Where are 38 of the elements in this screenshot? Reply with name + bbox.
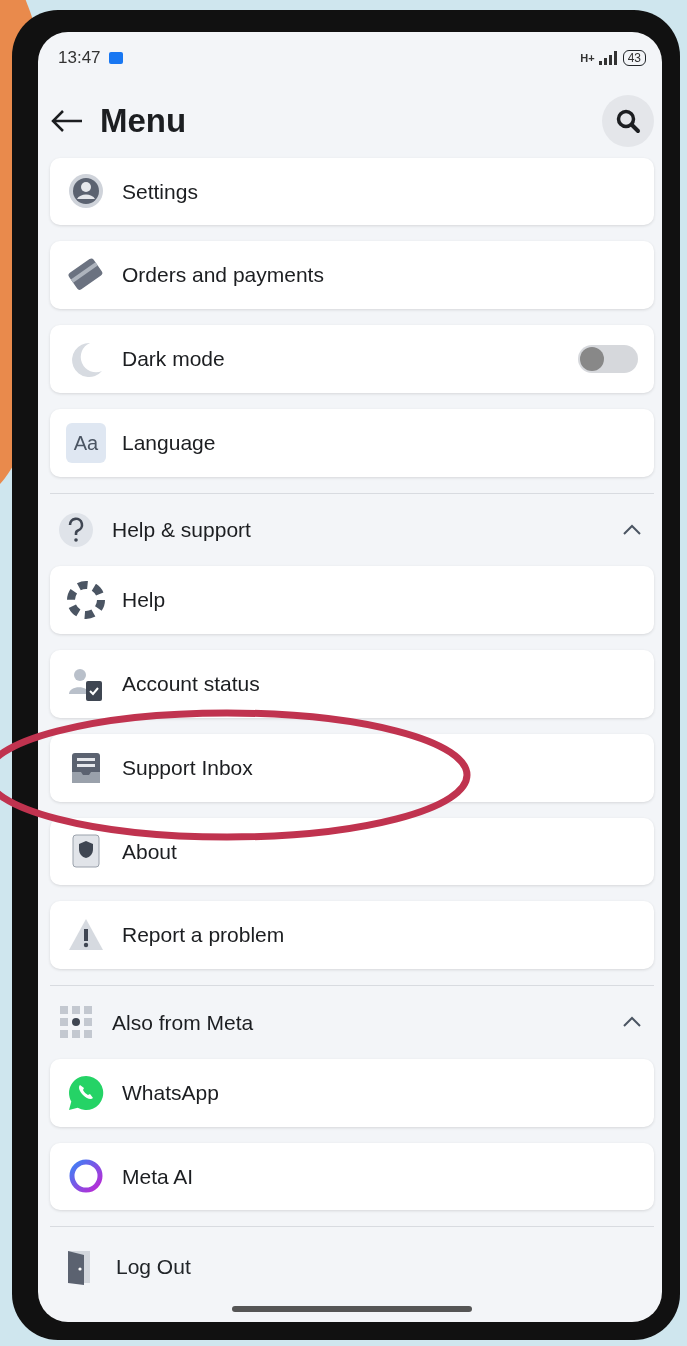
menu-item[interactable]: Orders and payments bbox=[50, 241, 654, 310]
signal-icon bbox=[598, 50, 619, 65]
menu-item[interactable]: Report a problem bbox=[50, 901, 654, 970]
menu-label: Report a problem bbox=[122, 922, 285, 949]
search-icon bbox=[615, 107, 641, 134]
back-arrow-icon bbox=[50, 109, 84, 134]
language-icon: Aa bbox=[66, 422, 106, 463]
menu-label: Meta AI bbox=[122, 1163, 194, 1190]
menu-label: Support Inbox bbox=[122, 754, 253, 781]
menu-item[interactable]: WhatsApp bbox=[50, 1058, 654, 1127]
page-title: Menu bbox=[100, 100, 187, 141]
menu-item[interactable]: Meta AI bbox=[50, 1142, 654, 1211]
logout-label: Log Out bbox=[116, 1253, 191, 1280]
menu-label: Dark mode bbox=[122, 346, 225, 373]
network-type: H+ bbox=[580, 50, 595, 66]
menu-label: About bbox=[122, 838, 177, 865]
logout-item[interactable]: Log Out bbox=[50, 1226, 654, 1306]
menu-label: WhatsApp bbox=[122, 1079, 219, 1106]
back-button[interactable] bbox=[50, 108, 84, 134]
menu-label: Account status bbox=[122, 671, 260, 698]
section-title: Also from Meta bbox=[112, 1009, 254, 1036]
menu-item[interactable]: Settings bbox=[50, 157, 654, 226]
menu-label: Orders and payments bbox=[122, 262, 324, 289]
menu-item[interactable]: Account status bbox=[50, 650, 654, 718]
section-header[interactable]: Also from Meta bbox=[50, 985, 654, 1059]
menu-item[interactable]: About bbox=[50, 817, 654, 886]
menu-label: Language bbox=[122, 429, 216, 456]
menu-item[interactable]: Aa Language bbox=[50, 408, 654, 477]
menu-label: Help bbox=[122, 587, 166, 614]
battery-level: 43 bbox=[622, 49, 646, 66]
notification-icon bbox=[108, 51, 123, 64]
toggle-switch[interactable] bbox=[578, 344, 638, 373]
lifebuoy-icon bbox=[66, 580, 106, 621]
menu-item[interactable]: Support Inbox bbox=[50, 733, 654, 802]
menu-label: Settings bbox=[122, 178, 198, 205]
menu-item[interactable]: Help bbox=[50, 566, 654, 635]
status-time: 13:47 bbox=[58, 47, 101, 70]
section-title: Help & support bbox=[112, 517, 251, 544]
